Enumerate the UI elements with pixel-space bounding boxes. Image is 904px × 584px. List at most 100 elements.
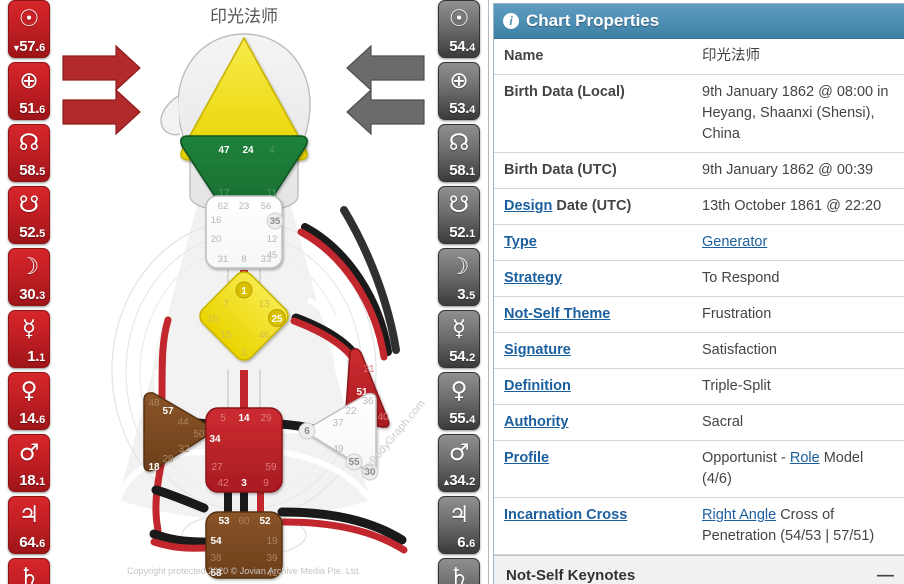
planet-badge-north-node[interactable]: ☊ 58.1 — [438, 124, 480, 182]
planet-badge-sun[interactable]: ☉ 54.4 — [438, 0, 480, 58]
planet-badge-jupiter[interactable]: ♃ 64.6 — [8, 496, 50, 554]
svg-text:37: 37 — [332, 418, 344, 429]
planet-badge-venus[interactable]: ♀ 14.6 — [8, 372, 50, 430]
table-row: Birth Data (Local) 9th January 1862 @ 08:… — [494, 74, 904, 154]
property-key: Name — [494, 39, 692, 76]
planet-badge-south-node[interactable]: ☋ 52.1 — [438, 186, 480, 244]
planet-badge-north-node[interactable]: ☊ 58.5 — [8, 124, 50, 182]
table-row: Name 印光法师 — [494, 39, 904, 76]
property-value[interactable]: Opportunist - Role Model (4/6) — [692, 440, 904, 499]
planet-badge-mars[interactable]: ♂ 18.1 — [8, 434, 50, 492]
svg-text:31: 31 — [218, 254, 229, 265]
property-key[interactable]: Authority — [494, 404, 692, 442]
svg-text:5: 5 — [220, 413, 226, 424]
gate-line-value: 1.1 — [27, 348, 45, 365]
svg-text:36: 36 — [362, 396, 374, 407]
svg-text:32: 32 — [178, 444, 190, 455]
table-row: Not-Self Theme Frustration — [494, 296, 904, 334]
svg-text:38: 38 — [210, 553, 222, 564]
property-value: To Respond — [692, 260, 904, 298]
svg-text:57: 57 — [162, 406, 174, 417]
panel-header: i Chart Properties — [494, 4, 904, 39]
gate-line-value: 55.4 — [449, 410, 475, 427]
svg-text:13: 13 — [258, 299, 270, 310]
planet-badge-mercury[interactable]: ☿ 54.2 — [438, 310, 480, 368]
gate-line-value: 30.3 — [19, 286, 45, 303]
svg-text:23: 23 — [239, 201, 250, 212]
property-key[interactable]: Strategy — [494, 260, 692, 298]
planet-badge-saturn[interactable]: ♄6.1 — [438, 558, 480, 584]
not-self-keynotes-section[interactable]: Not-Self Keynotes — — [494, 555, 904, 584]
info-icon: i — [503, 13, 519, 29]
svg-text:54: 54 — [210, 536, 222, 547]
svg-text:4: 4 — [269, 145, 275, 156]
table-row: Type Generator — [494, 224, 904, 262]
property-value: Triple-Split — [692, 368, 904, 406]
property-key[interactable]: Profile — [494, 440, 692, 499]
planet-badge-earth[interactable]: ⊕ 51.6 — [8, 62, 50, 120]
planet-badge-sun[interactable]: ▼ ☉ 57.6 — [8, 0, 50, 58]
svg-text:28: 28 — [162, 454, 174, 465]
property-key[interactable]: Not-Self Theme — [494, 296, 692, 334]
property-key[interactable]: Incarnation Cross — [494, 497, 692, 556]
gate-line-value: 18.1 — [19, 472, 45, 489]
svg-text:27: 27 — [211, 462, 223, 473]
svg-text:53: 53 — [218, 516, 230, 527]
svg-text:10: 10 — [207, 314, 219, 325]
property-value[interactable]: Right Angle Cross of Penetration (54/53 … — [692, 497, 904, 556]
panel-title: Chart Properties — [526, 11, 660, 30]
planet-badge-venus[interactable]: ♀ 55.4 — [438, 372, 480, 430]
svg-text:44: 44 — [177, 417, 189, 428]
svg-text:47: 47 — [218, 145, 230, 156]
planet-badge-moon[interactable]: ☽ 30.3 — [8, 248, 50, 306]
property-key: Birth Data (Local) — [494, 74, 692, 154]
collapse-minus-icon[interactable]: — — [877, 565, 894, 584]
mars-icon: ♂ — [448, 440, 470, 466]
property-key[interactable]: Signature — [494, 332, 692, 370]
planet-badge-south-node[interactable]: ☋ 52.5 — [8, 186, 50, 244]
svg-text:18: 18 — [148, 462, 160, 473]
svg-text:3: 3 — [241, 478, 247, 489]
planet-badge-mercury[interactable]: ☿ 1.1 — [8, 310, 50, 368]
svg-text:15: 15 — [220, 330, 232, 341]
gate-line-value: 54.4 — [449, 38, 475, 55]
svg-text:1: 1 — [241, 286, 247, 297]
bodygraph-svg[interactable]: 64 61 63 47 24 4 17 11 43 62 2 — [58, 0, 430, 584]
svg-text:6: 6 — [304, 426, 310, 437]
planet-badge-saturn[interactable]: ▲♄47.1 — [8, 558, 50, 584]
gate-line-value: 58.5 — [19, 162, 45, 179]
table-row: Strategy To Respond — [494, 260, 904, 298]
moon-icon: ☽ — [448, 254, 470, 280]
planet-badge-mars[interactable]: ▲ ♂ 34.2 — [438, 434, 480, 492]
gate-line-value: 3.5 — [457, 286, 475, 303]
gate-line-value: 52.1 — [449, 224, 475, 241]
property-value: 9th January 1862 @ 00:39 — [692, 152, 904, 190]
svg-text:20: 20 — [211, 234, 222, 245]
table-row: Birth Data (UTC) 9th January 1862 @ 00:39 — [494, 152, 904, 190]
property-value[interactable]: Generator — [692, 224, 904, 262]
property-value: Sacral — [692, 404, 904, 442]
sun-icon: ☉ — [18, 6, 40, 32]
svg-text:14: 14 — [238, 413, 250, 424]
svg-text:12: 12 — [267, 234, 278, 245]
svg-text:50: 50 — [193, 429, 205, 440]
venus-icon: ♀ — [450, 378, 468, 404]
chart-properties-panel: i Chart Properties Name 印光法师 Birth Data (L… — [488, 0, 904, 584]
bodygraph-canvas[interactable]: 印光法师 47 24 4 17 11 62 23 56 16 20 35 12 … — [58, 0, 430, 584]
property-key[interactable]: Type — [494, 224, 692, 262]
svg-text:35: 35 — [270, 216, 281, 227]
property-key[interactable]: Design Date (UTC) — [494, 188, 692, 226]
table-row: Profile Opportunist - Role Model (4/6) — [494, 440, 904, 499]
property-key: Birth Data (UTC) — [494, 152, 692, 190]
svg-text:42: 42 — [217, 478, 229, 489]
planet-badge-moon[interactable]: ☽ 3.5 — [438, 248, 480, 306]
planet-badge-jupiter[interactable]: ♃ 6.6 — [438, 496, 480, 554]
property-key[interactable]: Definition — [494, 368, 692, 406]
moon-icon: ☽ — [18, 254, 40, 280]
gate-line-value: 34.2 — [449, 472, 475, 489]
variable-arrow-left-top — [62, 44, 141, 92]
property-value: 9th January 1862 @ 08:00 in Heyang, Shaa… — [692, 74, 904, 154]
planet-badge-earth[interactable]: ⊕ 53.4 — [438, 62, 480, 120]
svg-text:62: 62 — [218, 201, 229, 212]
svg-text:24: 24 — [242, 145, 254, 156]
